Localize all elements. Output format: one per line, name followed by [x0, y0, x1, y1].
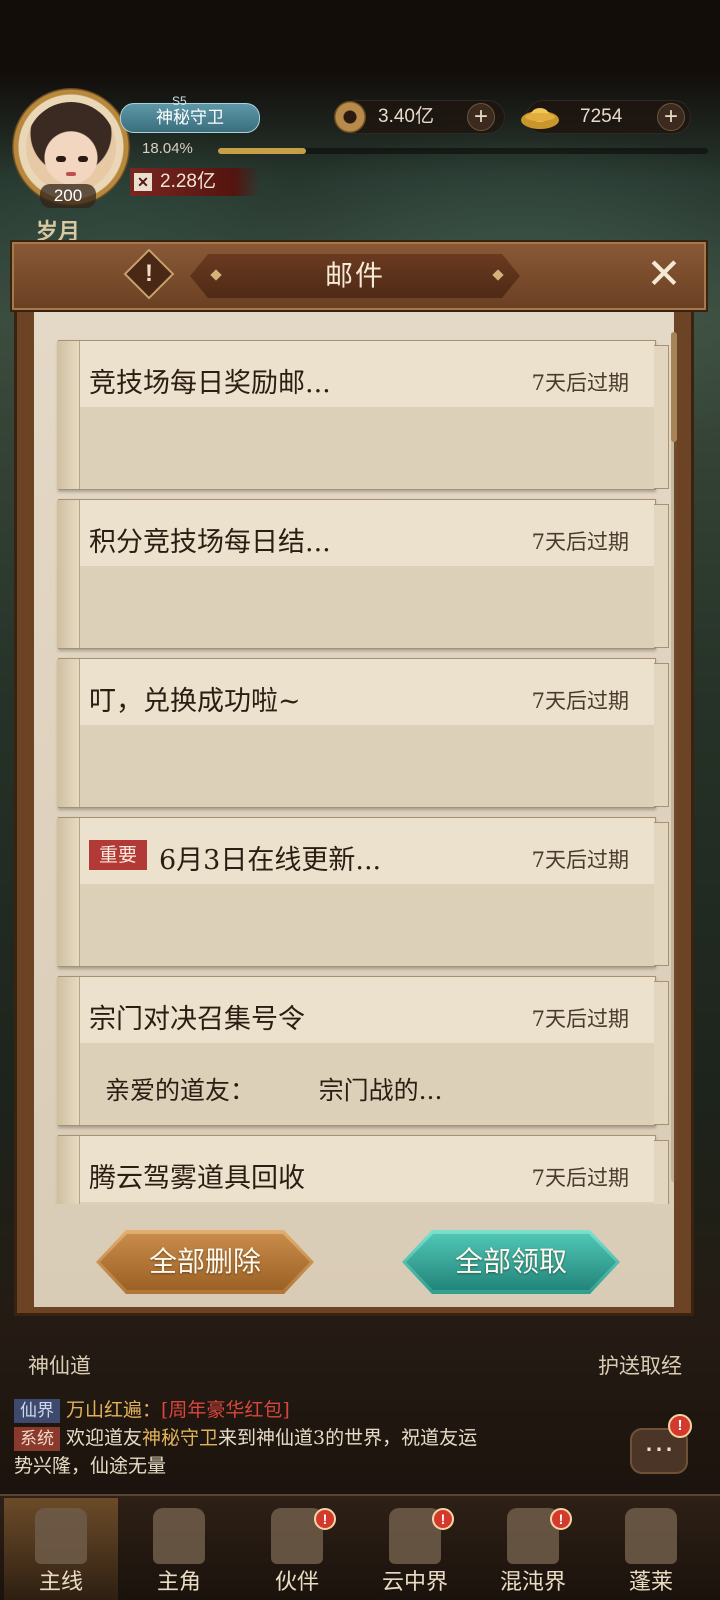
close-button[interactable]: ✕: [640, 250, 688, 298]
mail-subject: 6月3日在线更新...: [159, 845, 382, 876]
mail-list[interactable]: 竞技场每日奖励邮... 7天后过期 积分竞技场每日结... 7天后过期 叮，兑换…: [36, 326, 670, 1204]
nav-tab-cloud-realm[interactable]: ! 云中界: [358, 1498, 472, 1600]
mail-expiry: 7天后过期: [531, 848, 629, 872]
mail-subject: 叮，兑换成功啦~: [89, 686, 301, 717]
red-packet-link[interactable]: [周年豪华红包]: [161, 1399, 290, 1421]
exp-percent: 18.04%: [142, 140, 193, 157]
mail-subject: 积分竞技场每日结...: [89, 527, 331, 558]
nav-tab-main[interactable]: 主线: [4, 1498, 118, 1600]
server-tag: S5: [172, 94, 187, 108]
alert-badge: !: [550, 1508, 572, 1530]
chat-channel-tag: 仙界: [14, 1399, 60, 1423]
exclamation-icon[interactable]: !: [131, 256, 167, 292]
avatar[interactable]: [26, 102, 116, 192]
exp-bar: [218, 148, 708, 154]
crossed-swords-icon: [35, 1508, 87, 1564]
mail-expiry: 7天后过期: [531, 530, 629, 554]
claim-all-label: 全部领取: [454, 1245, 567, 1278]
mail-scrollbar[interactable]: [671, 332, 677, 1182]
nav-label: 混沌界: [499, 1570, 566, 1595]
mail-subject: 宗门对决召集号令: [89, 1004, 305, 1035]
player-name: 神秘守卫: [120, 103, 260, 133]
mail-panel-title: 邮件: [324, 259, 385, 292]
mail-expiry: 7天后过期: [531, 1007, 629, 1031]
nav-tab-chaos-realm[interactable]: ! 混沌界: [476, 1498, 590, 1600]
chat-message-continued: 势兴隆，仙途无量: [14, 1455, 167, 1477]
coin-icon: [334, 101, 366, 133]
nav-label: 主线: [38, 1570, 83, 1595]
nav-tab-hero[interactable]: 主角: [122, 1498, 236, 1600]
mail-item[interactable]: 叮，兑换成功啦~ 7天后过期: [57, 658, 669, 808]
mail-item[interactable]: 腾云驾雾道具回收 7天后过期: [57, 1135, 669, 1204]
mail-preview: 亲爱的道友： 宗门战的...: [105, 1076, 443, 1105]
mail-subject: 腾云驾雾道具回收: [89, 1163, 305, 1194]
nav-label: 蓬莱: [628, 1570, 673, 1595]
delete-all-button[interactable]: 全部删除: [96, 1230, 314, 1294]
player-level: 200: [40, 184, 96, 208]
claim-all-button[interactable]: 全部领取: [402, 1230, 620, 1294]
chat-sender: 万山红遍：: [66, 1399, 162, 1421]
add-coins-button[interactable]: +: [467, 103, 495, 131]
add-gold-button[interactable]: +: [657, 103, 685, 131]
mail-expiry: 7天后过期: [531, 1166, 629, 1190]
avatar-mouth: [66, 172, 76, 176]
crossed-swords-icon: ✕: [134, 173, 152, 191]
chat-message: 系统 欢迎道友神秘守卫来到神仙道3的世界，祝道友运: [14, 1424, 610, 1452]
mail-item[interactable]: 宗门对决召集号令 7天后过期 亲爱的道友： 宗门战的...: [57, 976, 669, 1126]
alert-badge: !: [432, 1508, 454, 1530]
important-badge: 重要: [89, 840, 147, 870]
mail-item[interactable]: 竞技场每日奖励邮... 7天后过期: [57, 340, 669, 490]
mail-expiry: 7天后过期: [531, 689, 629, 713]
mail-expiry: 7天后过期: [531, 371, 629, 395]
scene-label-left: 神仙道: [28, 1354, 91, 1378]
mail-item[interactable]: 积分竞技场每日结... 7天后过期: [57, 499, 669, 649]
chat-message: 仙界 万山红遍：[周年豪华红包]: [14, 1396, 610, 1424]
gold-value: 7254: [580, 106, 623, 127]
coins-value: 3.40亿: [378, 106, 434, 127]
chat-player-name: 神秘守卫: [142, 1427, 219, 1449]
scene-label-right[interactable]: 护送取经: [598, 1350, 682, 1380]
mail-scrollbar-thumb[interactable]: [671, 332, 677, 442]
chat-channel-tag: 系统: [14, 1427, 60, 1451]
nav-label: 云中界: [381, 1570, 448, 1595]
alert-badge: !: [314, 1508, 336, 1530]
nav-label: 主角: [156, 1570, 201, 1595]
avatar-eye: [78, 156, 88, 162]
avatar-eye: [56, 156, 66, 162]
nav-tab-partner[interactable]: ! 伙伴: [240, 1498, 354, 1600]
delete-all-label: 全部删除: [148, 1245, 261, 1278]
chat-alert-badge: !: [668, 1414, 692, 1438]
chat-text: 来到神仙道3的世界，祝道友运: [218, 1427, 478, 1449]
gold-ingot-icon: [521, 108, 559, 129]
chat-text: 欢迎道友: [66, 1427, 143, 1449]
nav-label: 伙伴: [274, 1570, 319, 1595]
mail-item[interactable]: 重要 6月3日在线更新... 7天后过期: [57, 817, 669, 967]
hero-helmet-icon: [153, 1508, 205, 1564]
mail-subject: 竞技场每日奖励邮...: [89, 368, 331, 399]
exp-bar-fill: [218, 148, 307, 154]
sage-icon: [625, 1508, 677, 1564]
chat-feed[interactable]: 仙界 万山红遍：[周年豪华红包] 系统 欢迎道友神秘守卫来到神仙道3的世界，祝道友运…: [14, 1396, 610, 1480]
nav-tab-penglai[interactable]: 蓬莱: [594, 1498, 708, 1600]
